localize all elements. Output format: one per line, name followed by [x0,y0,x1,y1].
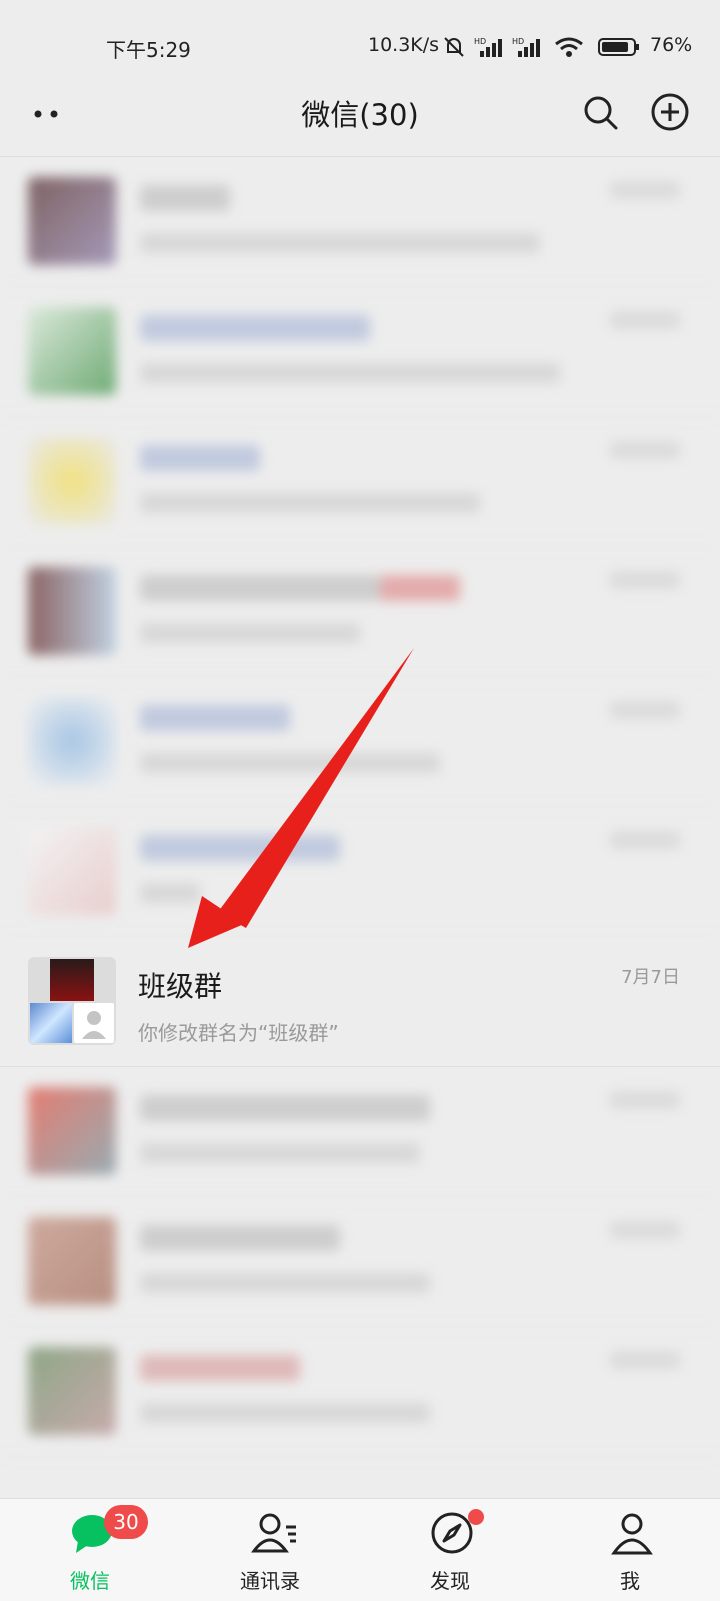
avatar [28,697,116,785]
avatar [28,827,116,915]
status-time: 下午5:29 [106,38,191,62]
member-avatar [30,1003,72,1043]
list-item-name-placeholder [140,1225,340,1251]
chat-list: 班级群 你修改群名为“班级群” 7月7日 [0,157,720,1457]
list-item-time-placeholder [610,1221,680,1239]
list-item-preview-placeholder [140,1143,420,1163]
list-item-preview-placeholder [140,233,540,253]
list-item-name-placeholder [140,1095,430,1121]
chat-time: 7月7日 [621,967,680,988]
list-item[interactable] [0,547,720,677]
avatar [28,177,116,265]
title-bar: 微信(30) [0,70,720,157]
tab-me-label: 我 [620,1569,640,1593]
list-item-preview-placeholder [140,1403,430,1423]
list-item-time-placeholder [610,701,680,719]
list-item-preview-placeholder [140,753,440,773]
list-item-name-placeholder [140,835,340,861]
mute-icon [444,37,464,57]
tab-discover[interactable]: 发现 [390,1499,510,1601]
list-item[interactable] [0,1067,720,1197]
list-item[interactable] [0,677,720,807]
tab-chats[interactable]: 30 微信 [30,1499,150,1601]
chat-preview: 你修改群名为“班级群” [138,1021,339,1045]
avatar [28,1087,116,1175]
list-item-name-placeholder [140,575,380,601]
bottom-tab-bar: 30 微信 通讯录 发现 我 [0,1498,720,1601]
list-item-name-placeholder [140,1355,300,1381]
avatar [28,1217,116,1305]
list-item-name-placeholder [140,185,230,211]
search-icon[interactable] [580,92,620,132]
hd-signal-icon: HD [474,37,502,57]
tab-contacts-label: 通讯录 [240,1569,300,1593]
person-icon [611,1513,653,1555]
tab-discover-label: 发现 [430,1569,470,1593]
list-item[interactable] [0,807,720,937]
list-item-time-placeholder [610,831,680,849]
list-item[interactable] [0,417,720,547]
list-item-time-placeholder [610,181,680,199]
group-avatar [28,957,116,1045]
tab-contacts[interactable]: 通讯录 [210,1499,330,1601]
list-item-tag-placeholder [380,575,460,601]
list-item-preview-placeholder [140,883,200,903]
default-person-icon [82,1011,106,1039]
list-item[interactable] [0,157,720,287]
list-item-time-placeholder [610,571,680,589]
battery-percent: 76% [650,34,693,56]
hd-signal-icon: HD [512,37,540,57]
wifi-icon [555,37,583,57]
list-item[interactable] [0,1327,720,1457]
chat-name: 班级群 [138,970,223,1003]
avatar [28,437,116,525]
chat-item-class-group[interactable]: 班级群 你修改群名为“班级群” 7月7日 [0,937,720,1067]
list-item-name-placeholder [140,315,370,341]
list-item-preview-placeholder [140,363,560,383]
list-item[interactable] [0,1197,720,1327]
network-speed: 10.3K/s [368,34,440,56]
list-item-time-placeholder [610,441,680,459]
contacts-icon [251,1513,296,1553]
avatar [28,567,116,655]
list-item-time-placeholder [610,1351,680,1369]
add-circle-icon[interactable] [650,92,690,132]
svg-text:HD: HD [474,37,486,46]
avatar [28,1347,116,1435]
list-item-name-placeholder [140,705,290,731]
list-item-preview-placeholder [140,493,480,513]
new-content-dot [468,1509,484,1525]
list-item-preview-placeholder [140,1273,430,1293]
list-item-time-placeholder [610,311,680,329]
list-item[interactable] [0,287,720,417]
svg-text:HD: HD [512,37,524,46]
list-item-name-placeholder [140,445,260,471]
member-avatar [74,1003,114,1043]
tab-me[interactable]: 我 [570,1499,690,1601]
unread-badge: 30 [104,1505,148,1539]
list-item-time-placeholder [610,1091,680,1109]
member-avatar [50,959,94,1001]
avatar [28,307,116,395]
battery-icon [598,38,639,56]
tab-chats-label: 微信 [70,1569,110,1593]
list-item-preview-placeholder [140,623,360,643]
